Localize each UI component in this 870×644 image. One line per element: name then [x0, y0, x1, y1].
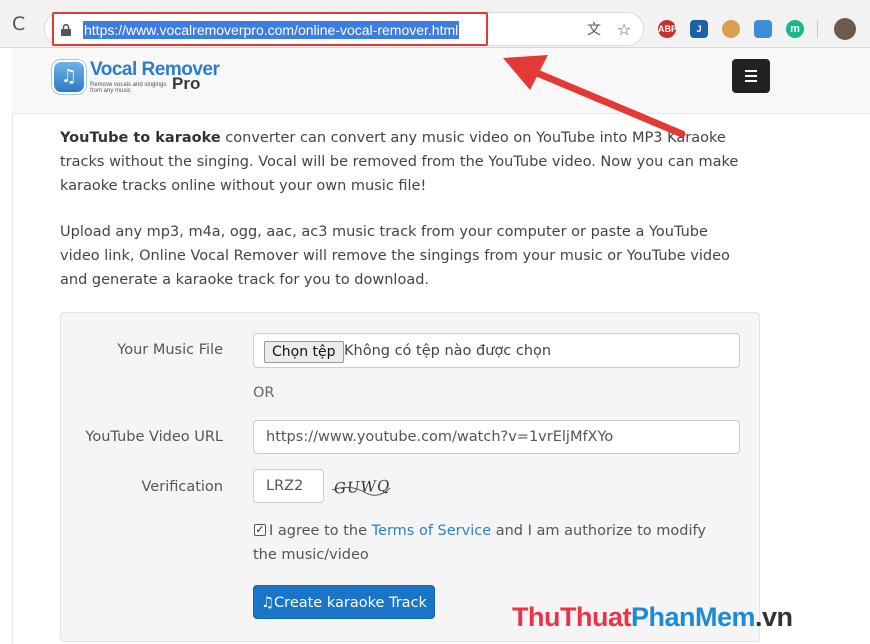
annotation-arrow — [503, 55, 686, 138]
